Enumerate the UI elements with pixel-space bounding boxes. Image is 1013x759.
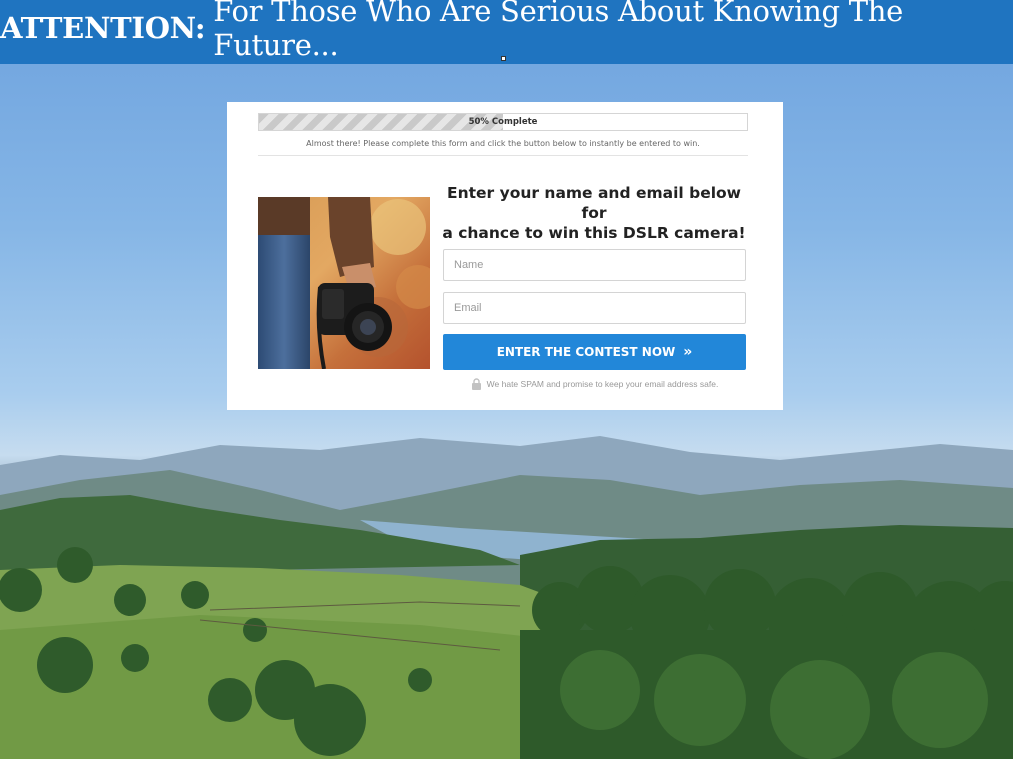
enter-contest-label: ENTER THE CONTEST NOW — [496, 345, 676, 359]
divider — [258, 155, 748, 156]
headline-line-1: Enter your name and email below for — [447, 184, 741, 222]
spam-notice: We hate SPAM and promise to keep your em… — [443, 378, 746, 390]
progress-label: 50% Complete — [468, 117, 538, 127]
headline-line-2: a chance to win this DSLR camera! — [442, 224, 746, 242]
instructions-text: Almost there! Please complete this form … — [306, 139, 700, 148]
name-input[interactable] — [443, 249, 746, 281]
email-input[interactable] — [443, 292, 746, 324]
attention-banner: ATTENTION: For Those Who Are Serious Abo… — [0, 0, 1013, 64]
banner-headline: For Those Who Are Serious About Knowing … — [213, 0, 903, 62]
popup-headline: Enter your name and email below for a ch… — [440, 183, 748, 243]
progress-bar: 50% Complete — [258, 113, 748, 131]
page: ATTENTION: For Those Who Are Serious Abo… — [0, 0, 1013, 759]
camera-photo — [258, 197, 430, 369]
double-chevron-right-icon: » — [683, 344, 693, 360]
spam-notice-text: We hate SPAM and promise to keep your em… — [486, 379, 719, 389]
optin-popup: 50% Complete Almost there! Please comple… — [227, 102, 783, 410]
lock-icon — [471, 378, 481, 390]
banner-attention-label: ATTENTION: — [0, 11, 206, 45]
landscape-background — [0, 436, 1013, 759]
enter-contest-button[interactable]: ENTER THE CONTEST NOW » — [443, 334, 746, 370]
resize-handle[interactable] — [501, 56, 506, 61]
